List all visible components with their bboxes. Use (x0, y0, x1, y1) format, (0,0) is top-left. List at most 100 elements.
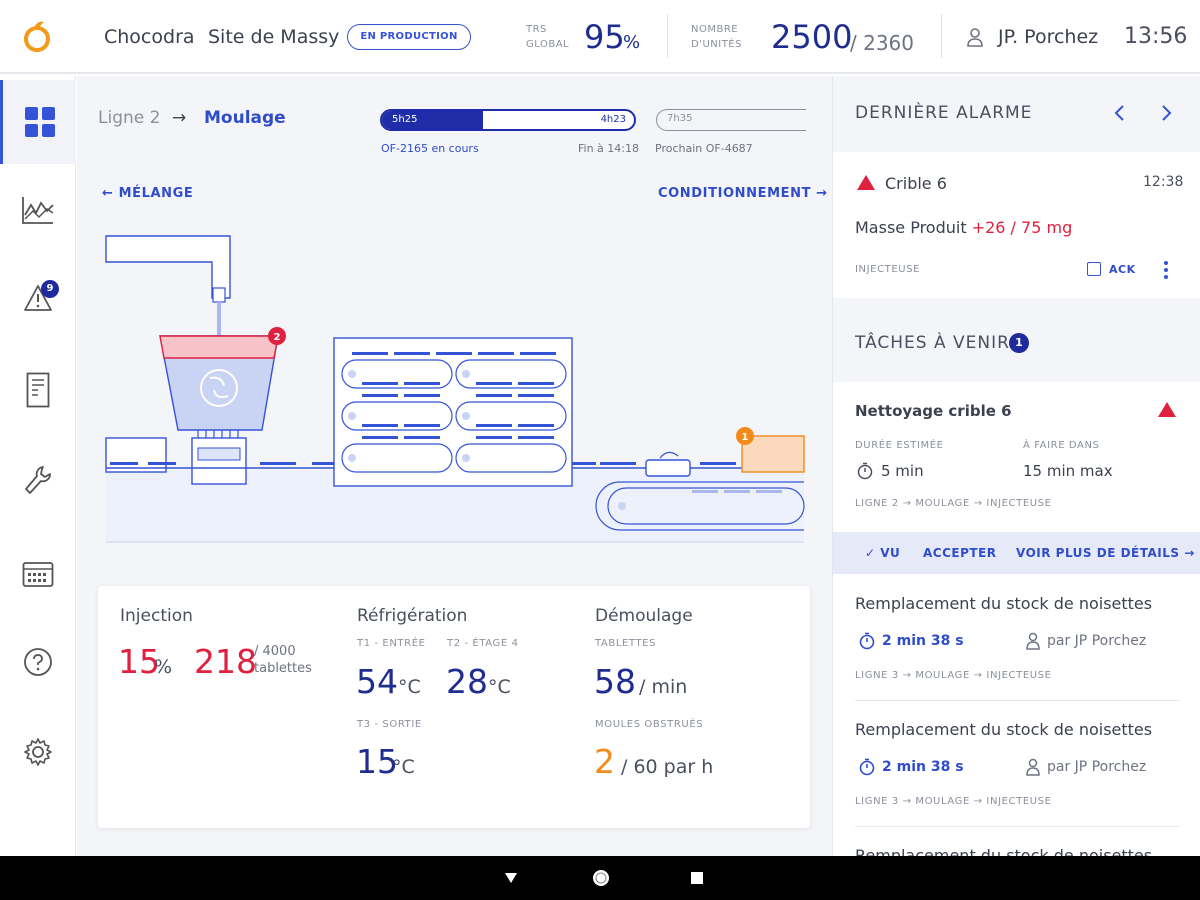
alarm-message-value: +26 / 75 mg (971, 218, 1073, 237)
next-step-link[interactable]: CONDITIONNEMENT → (658, 186, 828, 201)
alarm-message: Masse Produit +26 / 75 mg (855, 218, 1072, 237)
t3-label: T3 - SORTIE (357, 719, 422, 730)
mark-seen-button[interactable]: ✓ VU (865, 546, 900, 560)
company-name[interactable]: Chocodra (104, 26, 195, 48)
production-line-diagram[interactable]: 2 1 (100, 226, 810, 546)
task-owner: par JP Porchez (1047, 759, 1147, 775)
dashboard-icon (24, 107, 55, 137)
next-of-bar[interactable]: 7h35 (656, 109, 806, 131)
user-icon (967, 28, 983, 47)
trs-label-line-1: TRS (526, 24, 547, 35)
moulds-value: 2 (594, 742, 615, 781)
alarm-warning-icon (857, 175, 875, 190)
units-label-line-1: NOMBRE (691, 24, 739, 35)
due-value: 15 min max (1023, 462, 1113, 480)
header-divider (667, 14, 668, 58)
more-options-icon[interactable] (1163, 260, 1169, 280)
of-start-time: 5h25 (392, 114, 418, 125)
t2-unit: °C (488, 676, 511, 698)
sidebar-item-settings[interactable] (0, 710, 76, 794)
duration-label: DURÉE ESTIMÉE (855, 440, 944, 451)
t2-label: T2 - ÉTAGE 4 (447, 638, 519, 649)
breadcrumb-line[interactable]: Ligne 2 (98, 108, 160, 128)
task-timer: 2 min 38 s (882, 633, 964, 649)
output-warning-badge: 1 (736, 427, 754, 445)
top-header: Chocodra Site de Massy EN PRODUCTION TRS… (0, 0, 1200, 74)
list-item[interactable]: Remplacement du stock de noisettes (833, 826, 1200, 856)
user-icon (1026, 632, 1040, 650)
units-total: / 2360 (850, 31, 914, 55)
production-stats-card: Injection 15 % 218 / 4000 tablettes Réfr… (98, 586, 810, 828)
sidebar-item-charts[interactable] (0, 168, 76, 252)
trs-label-line-2: GLOBAL (526, 39, 570, 50)
back-icon[interactable] (504, 868, 518, 888)
settings-icon (24, 738, 52, 766)
featured-task-title: Nettoyage crible 6 (855, 402, 1012, 420)
next-of-label: Prochain OF-4687 (655, 142, 753, 155)
next-alarm-icon[interactable] (1161, 104, 1173, 122)
task-action-bar: ✓ VU ACCEPTER VOIR PLUS DE DÉTAILS → (833, 532, 1200, 574)
header-divider (941, 14, 942, 58)
accept-task-button[interactable]: ACCEPTER (923, 546, 997, 560)
user-name[interactable]: JP. Porchez (998, 26, 1098, 48)
due-label: À FAIRE DANS (1023, 440, 1100, 451)
ack-checkbox[interactable] (1087, 262, 1101, 276)
units-label: NOMBRE D'UNITÉS (691, 22, 742, 52)
sidebar-item-maintenance[interactable] (0, 438, 76, 522)
sidebar-item-calendar[interactable] (0, 532, 76, 616)
wrench-icon (25, 466, 51, 494)
task-timer: 2 min 38 s (882, 759, 964, 775)
sidebar-item-alerts[interactable] (0, 256, 76, 340)
task-title: Remplacement du stock de noisettes (855, 594, 1153, 613)
home-icon[interactable] (591, 868, 611, 888)
list-item[interactable]: Remplacement du stock de noisettes 2 min… (833, 700, 1200, 826)
prev-alarm-icon[interactable] (1113, 104, 1125, 122)
sidebar-item-help[interactable] (0, 620, 76, 704)
chart-icon (22, 197, 54, 224)
user-icon (1026, 758, 1040, 776)
injection-count-unit: tablettes (254, 661, 312, 676)
system-navigation-bar (0, 856, 1200, 900)
recents-icon[interactable] (689, 868, 705, 888)
timer-icon (857, 462, 873, 480)
duration-value: 5 min (881, 462, 924, 480)
site-name[interactable]: Site de Massy (208, 26, 339, 48)
help-icon (24, 648, 52, 676)
trs-value: 95 (584, 18, 625, 56)
ack-button[interactable]: ACK (1109, 263, 1136, 276)
injection-percent-unit: % (154, 656, 173, 678)
of-end-label: Fin à 14:18 (578, 142, 639, 155)
task-warning-icon (1158, 402, 1176, 417)
tablets-label: TABLETTES (595, 638, 657, 649)
app-logo-icon (24, 21, 50, 52)
t1-value: 54 (356, 662, 398, 701)
alarm-header: DERNIÈRE ALARME (855, 103, 1033, 123)
calendar-icon (22, 562, 54, 587)
sidebar: 9 (0, 76, 76, 889)
sidebar-item-documents[interactable] (0, 348, 76, 432)
clock-time: 13:56 (1124, 24, 1188, 49)
t3-unit: °C (392, 756, 415, 778)
document-icon (26, 372, 50, 408)
alert-count-badge: 9 (41, 280, 59, 298)
tasks-count-badge: 1 (1009, 333, 1029, 353)
list-item[interactable]: Remplacement du stock de noisettes 2 min… (833, 574, 1200, 700)
prev-step-link[interactable]: ← MÉLANGE (102, 186, 193, 201)
task-path: LIGNE 3 → MOULAGE → INJECTEUSE (855, 670, 1052, 681)
units-value: 2500 (771, 18, 853, 56)
of-end-time: 4h23 (600, 114, 626, 125)
breadcrumb-current: Moulage (204, 108, 286, 128)
hopper-alert-badge: 2 (268, 327, 286, 345)
output-badge-number: 1 (742, 432, 749, 443)
of-progress-bar[interactable]: 5h25 4h23 (380, 109, 636, 131)
right-panel: DERNIÈRE ALARME Crible 6 12:38 Masse Pro… (832, 76, 1200, 856)
alarm-name: Crible 6 (885, 174, 947, 193)
task-owner: par JP Porchez (1047, 633, 1147, 649)
current-of-label: OF-2165 en cours (381, 142, 479, 155)
sidebar-item-dashboard[interactable] (0, 80, 76, 164)
alarm-message-label: Masse Produit (855, 218, 972, 237)
alarm-source: INJECTEUSE (855, 264, 921, 275)
task-details-link[interactable]: VOIR PLUS DE DÉTAILS → (1016, 546, 1195, 560)
alarm-card[interactable]: Crible 6 12:38 Masse Produit +26 / 75 mg… (833, 152, 1200, 298)
task-path: LIGNE 2 → MOULAGE → INJECTEUSE (855, 498, 1052, 509)
